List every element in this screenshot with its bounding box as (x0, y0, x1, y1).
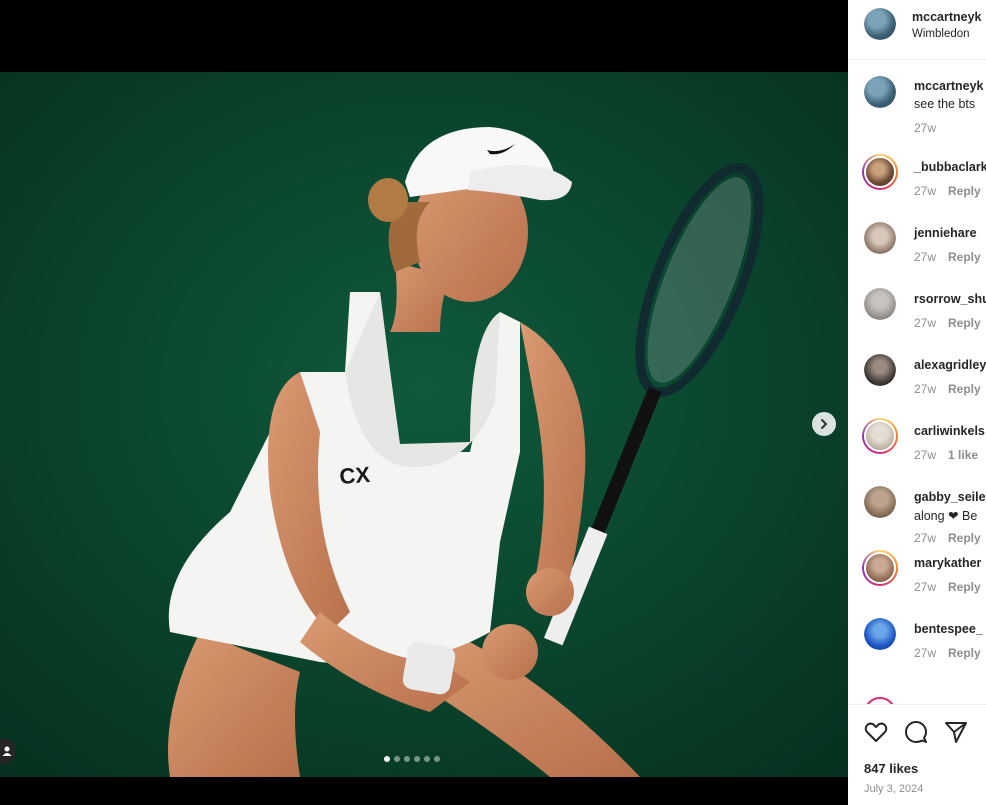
carousel-dot (394, 756, 400, 762)
caption-time: 27w (914, 121, 937, 135)
comment-avatar[interactable] (862, 550, 898, 586)
carousel-next-button[interactable] (812, 412, 836, 436)
comment-time: 27w (914, 531, 937, 545)
comment-avatar[interactable] (862, 154, 898, 190)
comment-username[interactable]: alexagridley (914, 358, 986, 372)
comment-icon[interactable] (903, 719, 929, 745)
reply-button[interactable]: Reply (948, 316, 981, 330)
comment-username[interactable]: rsorrow_shu (914, 292, 986, 306)
comment-avatar[interactable] (862, 418, 898, 454)
comment-meta: 27w Reply (914, 531, 981, 545)
caption-username[interactable]: mccartneyk (914, 79, 984, 93)
heart-icon[interactable] (863, 719, 889, 745)
carousel-dot (424, 756, 430, 762)
chevron-right-icon (821, 419, 827, 429)
carousel-dot (404, 756, 410, 762)
post-date: July 3, 2024 (864, 783, 924, 795)
comment-text: along ❤ Be (914, 509, 978, 523)
comment-meta: 27w Reply (914, 316, 981, 330)
comment-time: 27w (914, 250, 937, 264)
reply-button[interactable]: Reply (948, 531, 981, 545)
author-avatar[interactable] (864, 8, 896, 40)
caption-avatar[interactable] (864, 76, 896, 108)
carousel-dot (434, 756, 440, 762)
post-side-panel: mccartneyk Wimbledon mccartneyk see the … (848, 0, 986, 805)
comment-username[interactable]: jenniehare (914, 226, 977, 240)
comment-avatar[interactable] (864, 354, 896, 386)
carousel-dot (384, 756, 390, 762)
comment-avatar[interactable] (864, 618, 896, 650)
comment-meta: 27w Reply (914, 382, 981, 396)
comment-username[interactable]: gabby_seile (914, 490, 986, 504)
svg-text:CX: CX (339, 462, 372, 489)
comment-meta: 27w Reply (914, 250, 981, 264)
like-count[interactable]: 847 likes (864, 761, 918, 776)
comment-avatar[interactable] (864, 222, 896, 254)
reply-button[interactable]: Reply (948, 646, 981, 660)
comment-like-count[interactable]: 1 like (948, 448, 978, 462)
post-photo: CX (0, 72, 848, 777)
comment-time: 27w (914, 184, 937, 198)
comment-username[interactable]: _bubbaclark (914, 160, 986, 174)
comment-time: 27w (914, 580, 937, 594)
author-username[interactable]: mccartneyk (912, 10, 982, 24)
share-icon[interactable] (943, 719, 969, 745)
post-location[interactable]: Wimbledon (912, 28, 970, 40)
person-icon (2, 746, 12, 756)
comment-avatar[interactable] (864, 486, 896, 518)
comment-meta: 27w Reply (914, 646, 981, 660)
caption-text: see the bts (914, 97, 976, 111)
carousel-dot (414, 756, 420, 762)
reply-button[interactable]: Reply (948, 250, 981, 264)
reply-button[interactable]: Reply (948, 184, 981, 198)
comment-avatar[interactable] (864, 288, 896, 320)
comment-username[interactable]: marykather (914, 556, 981, 570)
comment-time: 27w (914, 448, 937, 462)
carousel-indicator (384, 756, 440, 762)
comment-time: 27w (914, 382, 937, 396)
comment-meta: 27w Reply (914, 580, 981, 594)
post-actions: 847 likes July 3, 2024 (848, 704, 986, 805)
comment-time: 27w (914, 646, 937, 660)
post-header: mccartneyk Wimbledon (848, 0, 986, 60)
comment-meta: 27w Reply (914, 184, 981, 198)
reply-button[interactable]: Reply (948, 382, 981, 396)
post-media: CX (0, 0, 848, 805)
comment-username[interactable]: carliwinkels (914, 424, 985, 438)
comment-time: 27w (914, 316, 937, 330)
comment-username[interactable]: bentespee_ (914, 622, 983, 636)
comment-meta: 27w 1 like (914, 448, 978, 462)
reply-button[interactable]: Reply (948, 580, 981, 594)
